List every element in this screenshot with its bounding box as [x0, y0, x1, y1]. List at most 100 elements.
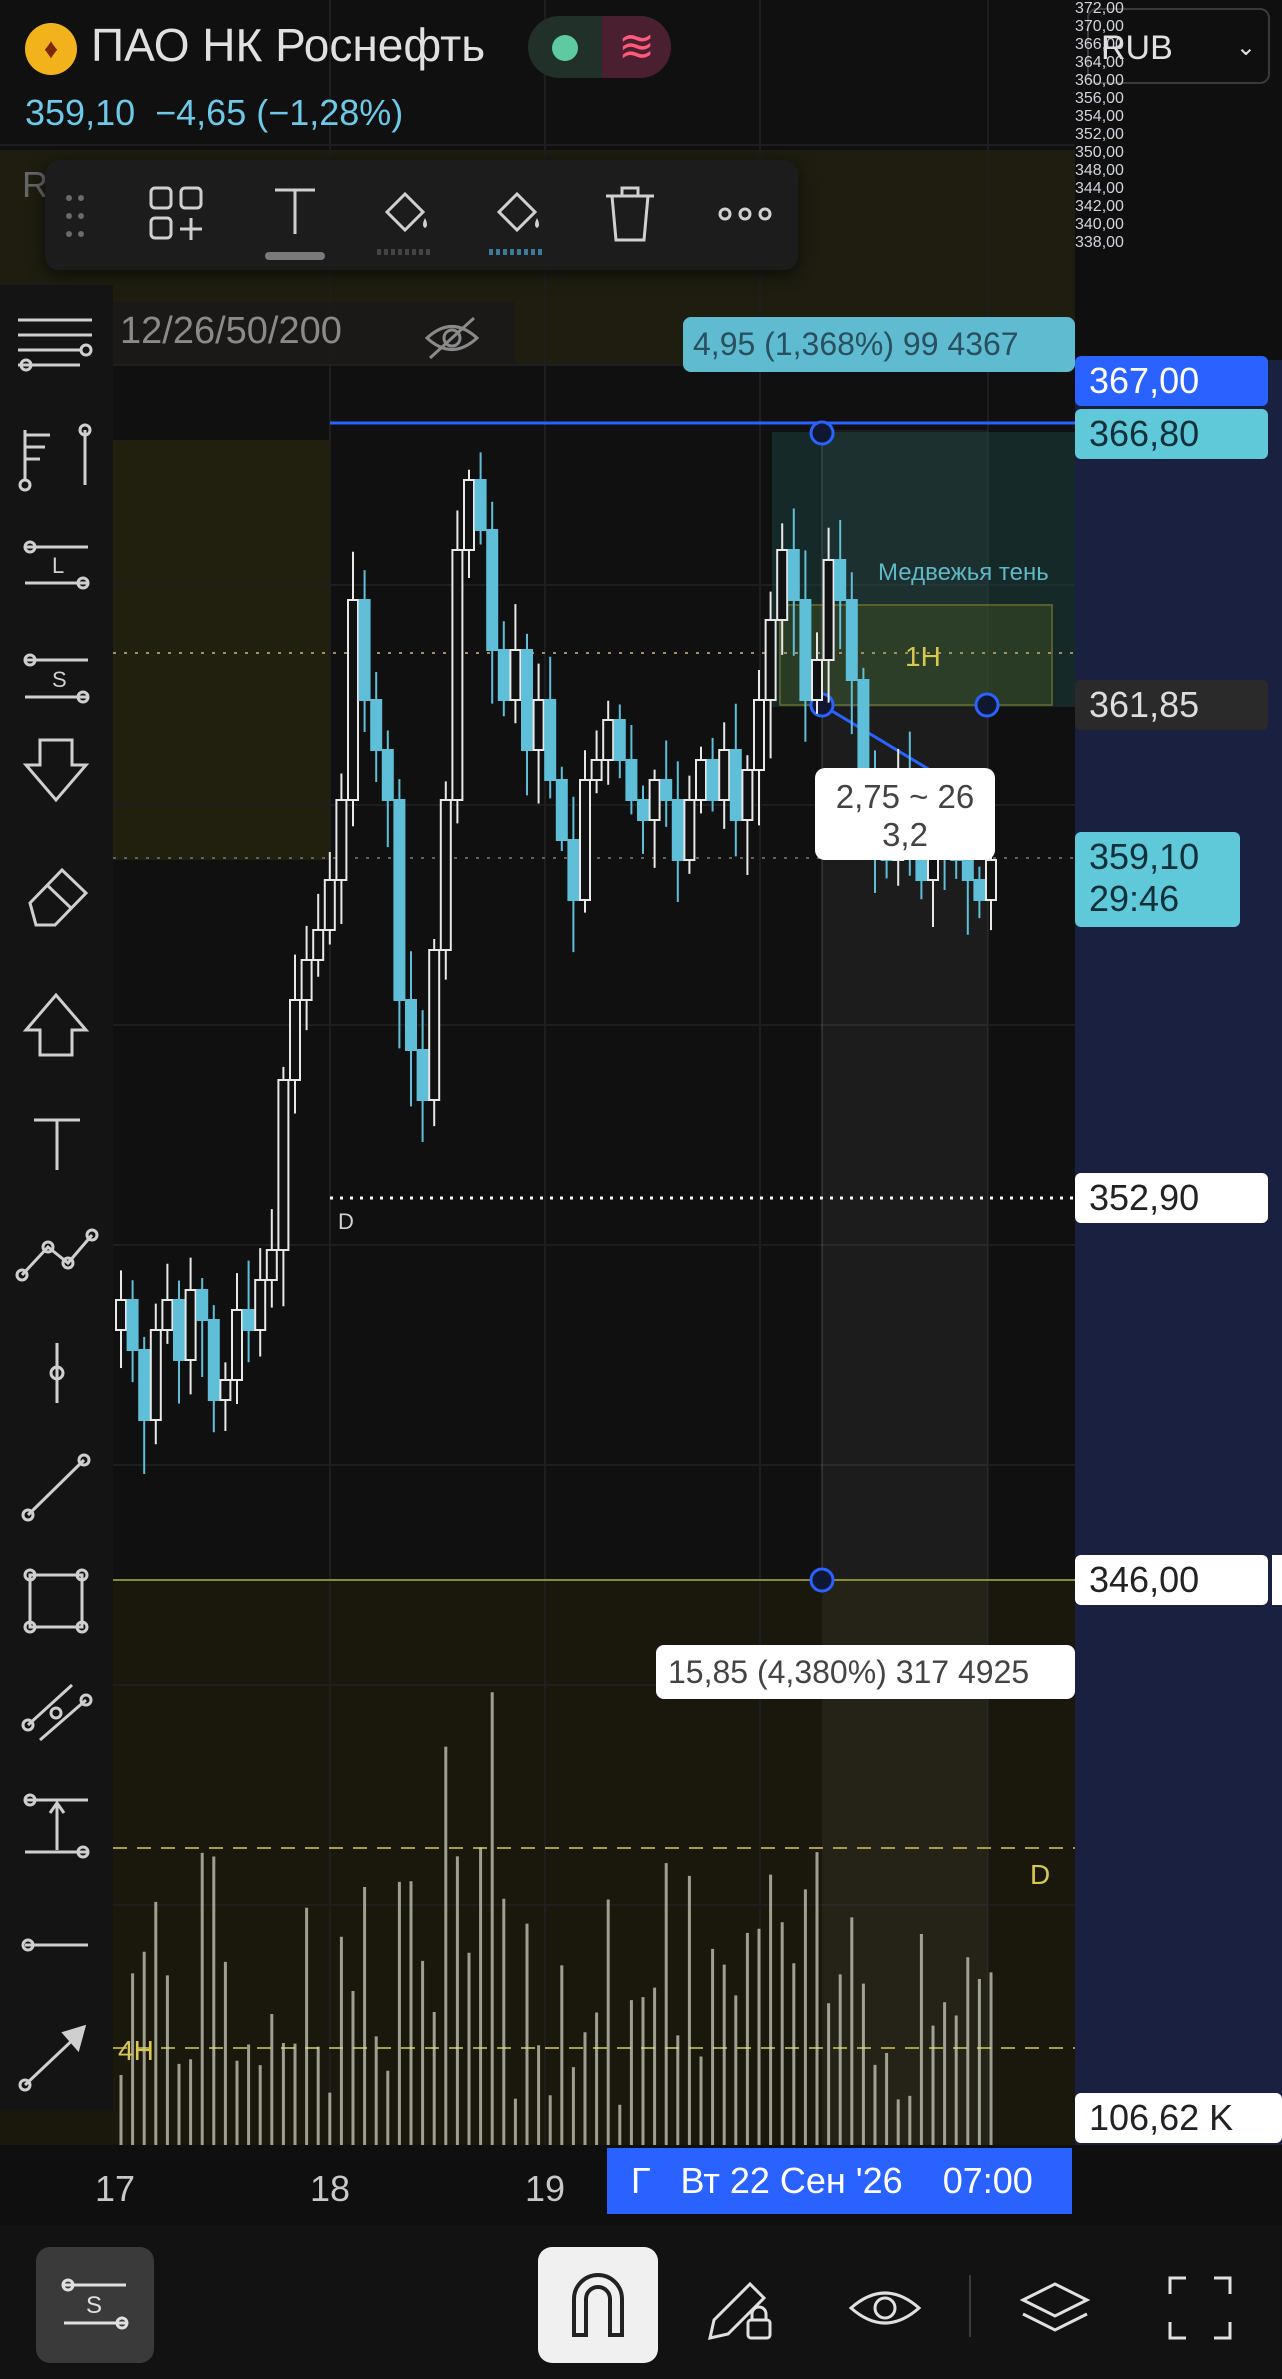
svg-text:L: L	[52, 553, 64, 578]
candle-body	[753, 699, 765, 771]
candle-body	[289, 999, 301, 1081]
eraser-icon[interactable]	[28, 867, 89, 927]
ruler-long-short-icon[interactable]	[18, 423, 92, 492]
horizontal-line-L-icon[interactable]: L	[23, 540, 90, 590]
rosneft-logo-icon: ♦	[25, 22, 77, 75]
more-icon[interactable]	[713, 182, 777, 246]
price-tick: 354,00	[1075, 108, 1124, 125]
candle-body	[521, 649, 533, 751]
last-price-label: 359,10 29:46	[1075, 832, 1240, 927]
candle-body	[567, 839, 580, 901]
candle-body	[381, 749, 394, 801]
layers-icon[interactable]	[1015, 2268, 1095, 2348]
drag-handle-icon[interactable]	[63, 192, 87, 240]
separator	[969, 2275, 971, 2337]
fullscreen-icon[interactable]	[1160, 2268, 1240, 2348]
candle-body	[207, 1319, 220, 1401]
measure-bottom-label[interactable]: 15,85 (4,380%) 317 4925	[656, 1645, 1075, 1699]
parallel-channel-icon[interactable]	[21, 1683, 93, 1742]
zone-left-box	[113, 440, 331, 860]
change-value: −4,65 (−1,28%)	[155, 92, 404, 133]
candle-body	[660, 779, 673, 801]
label-blue-line: 367,00	[1075, 356, 1268, 406]
candle-body	[405, 999, 417, 1051]
horizontal-line-S-icon[interactable]: S	[23, 653, 90, 704]
measure-icon[interactable]	[23, 1793, 90, 1859]
label-level-361: 361,85	[1075, 680, 1268, 730]
candle-body	[683, 799, 696, 861]
trend-line-icon[interactable]	[21, 1453, 91, 1522]
price-range-callout[interactable]: 2,75 ~ 26 3,2	[815, 768, 995, 860]
line-color-icon[interactable]	[485, 182, 549, 255]
candle-body	[416, 1049, 429, 1101]
indicator-params[interactable]: 12/26/50/200	[120, 310, 342, 353]
vertical-line-icon[interactable]	[49, 1343, 65, 1403]
candle-body	[335, 799, 348, 881]
candle-body	[393, 799, 406, 1001]
candle-body	[637, 799, 649, 821]
candle-body	[439, 799, 452, 951]
text-tool-icon[interactable]	[34, 1118, 80, 1170]
trend-path-icon[interactable]	[15, 1228, 99, 1282]
arrow-up-icon[interactable]	[22, 992, 90, 1057]
text-icon[interactable]	[263, 182, 327, 260]
candle-body	[555, 779, 568, 841]
candle-body	[173, 1299, 185, 1361]
rectangle-icon[interactable]	[23, 1568, 89, 1634]
candle-body	[323, 879, 336, 931]
candle-body	[579, 779, 591, 901]
candle-body	[138, 1349, 151, 1421]
lines-menu-icon[interactable]	[18, 318, 93, 372]
visibility-hidden-icon[interactable]	[422, 313, 482, 363]
marker-d2-label: D	[1030, 1859, 1050, 1890]
candle-body	[149, 1329, 162, 1421]
lock-draw-icon[interactable]	[700, 2268, 780, 2348]
arrow-tool-icon[interactable]	[18, 2024, 87, 2092]
add-widget-icon[interactable]	[145, 182, 209, 246]
candle-body	[625, 759, 638, 801]
symbol-title[interactable]: ♦ ПАО НК Роснефть	[25, 18, 485, 75]
candle-body	[126, 1299, 139, 1351]
price-tick: 372,00	[1075, 0, 1124, 17]
horizontal-ray-icon[interactable]	[21, 1938, 88, 1952]
price-tick: 338,00	[1075, 234, 1124, 251]
time-label-18: 18	[310, 2168, 351, 2209]
candle-body	[695, 759, 707, 801]
candle-body	[277, 1079, 290, 1251]
candle-body	[590, 759, 603, 781]
candle-body	[497, 649, 510, 701]
candle-body	[706, 759, 719, 801]
magnet-button[interactable]	[538, 2247, 658, 2363]
magnet-icon	[572, 2273, 624, 2337]
price-tick: 340,00	[1075, 216, 1124, 233]
delayed-data-icon[interactable]: ≋	[602, 16, 671, 78]
arrow-down-icon[interactable]	[22, 738, 90, 803]
candle-body	[973, 879, 986, 901]
callout-line1: 2,75 ~ 26	[835, 778, 975, 815]
candle-body	[845, 599, 858, 681]
measure-top-label[interactable]: 4,95 (1,368%) 99 4367	[683, 317, 1075, 372]
time-cursor-prefix: Г	[631, 2160, 651, 2201]
eye-icon[interactable]	[845, 2268, 925, 2348]
price-tick: 356,00	[1075, 90, 1124, 107]
candle-body	[648, 779, 661, 821]
label-level-352: 352,90	[1075, 1173, 1268, 1223]
fill-icon[interactable]	[373, 182, 437, 255]
price-tick: 342,00	[1075, 198, 1124, 215]
anchor-handle	[809, 420, 835, 446]
indicators-button[interactable]: S	[36, 2247, 154, 2363]
time-cursor-time: 07:00	[942, 2160, 1033, 2201]
delete-icon[interactable]	[598, 182, 662, 246]
last-price-value: 359,10	[1089, 836, 1200, 877]
candle-body	[312, 929, 325, 961]
symbol-name: ПАО НК Роснефть	[91, 19, 486, 71]
candle-body	[671, 799, 684, 861]
market-open-dot-icon	[552, 35, 578, 61]
candle-body	[787, 549, 800, 601]
candle-body	[961, 859, 974, 881]
candle-body	[741, 769, 754, 821]
anchor-handle	[809, 1567, 835, 1593]
bear-shadow-label: Медвежья тень	[878, 559, 1049, 586]
candle-body	[602, 719, 615, 761]
tf-1h-label: 1H	[905, 641, 941, 672]
